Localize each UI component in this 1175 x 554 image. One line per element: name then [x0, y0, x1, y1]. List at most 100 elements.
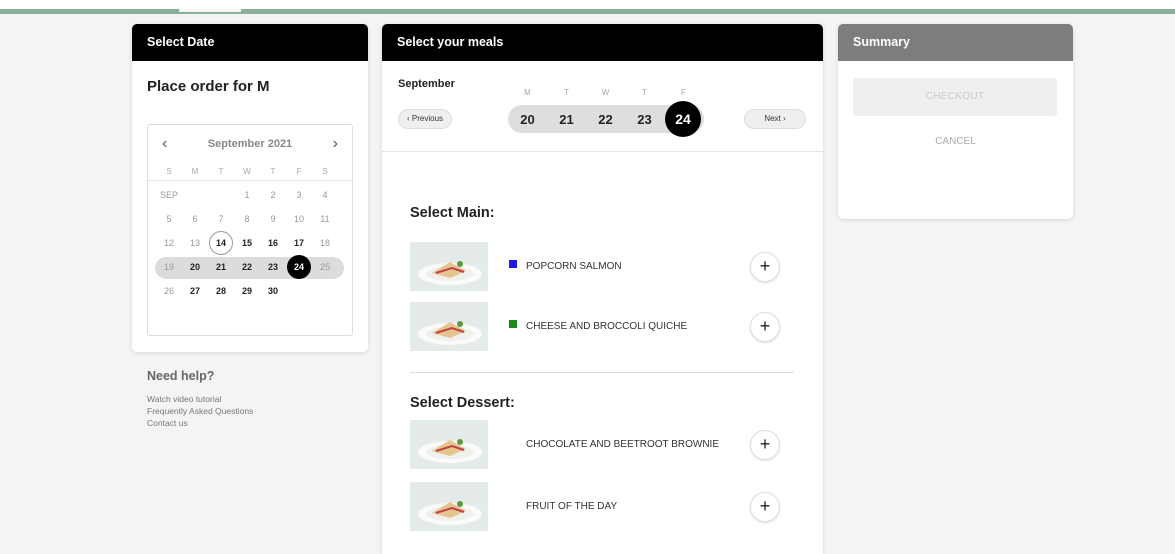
diet-marker-green — [509, 320, 517, 328]
meal-row-main-1: POPCORN SALMON + — [410, 242, 782, 292]
calendar-grid: SEP 1 2 3 4 5 6 7 8 9 10 11 12 13 14 15 16 17 18 19 20 21 22 23… — [148, 181, 352, 303]
calendar-day[interactable]: 7 — [208, 214, 234, 224]
week-weekday: T — [642, 88, 647, 97]
week-day[interactable]: 21 — [547, 112, 586, 127]
calendar-day[interactable]: 30 — [260, 286, 286, 296]
meal-row-dessert-2: FRUIT OF THE DAY + — [410, 482, 782, 532]
week-month-label: September — [398, 78, 455, 90]
select-date-card: Select Date Place order for M ‹ Septembe… — [132, 24, 368, 352]
meal-name: POPCORN SALMON — [526, 261, 622, 272]
week-day[interactable]: 23 — [625, 112, 664, 127]
section-divider — [410, 372, 794, 373]
meal-image — [410, 420, 488, 469]
calendar-day[interactable]: 12 — [156, 238, 182, 248]
meal-image — [410, 242, 488, 291]
select-meals-header: Select your meals — [382, 24, 823, 61]
calendar-day[interactable]: 2 — [260, 190, 286, 200]
week-day-selected[interactable]: 24 — [665, 101, 701, 137]
calendar-week-row: 19 20 21 22 23 24 25 — [148, 255, 352, 279]
calendar-day[interactable]: 5 — [156, 214, 182, 224]
active-tab-indicator — [179, 9, 241, 12]
week-days-pill: 20 21 22 23 24 — [508, 101, 704, 137]
calendar-day[interactable]: 9 — [260, 214, 286, 224]
week-weekdays: MTWTF — [508, 88, 703, 97]
calendar-weekdays: SMTWTFS — [148, 163, 352, 181]
calendar-day[interactable]: 11 — [312, 214, 338, 224]
calendar-day[interactable]: 19 — [156, 262, 182, 272]
calendar-month-marker: SEP — [159, 190, 178, 200]
summary-header: Summary — [838, 24, 1073, 61]
previous-label: Previous — [411, 114, 444, 123]
top-bar — [0, 0, 1175, 14]
calendar-weekday: T — [218, 167, 224, 176]
summary-card: Summary CHECKOUT CANCEL — [838, 24, 1073, 219]
calendar-day[interactable]: 20 — [182, 262, 208, 272]
top-accent-line — [0, 9, 1175, 14]
calendar-day[interactable]: 18 — [312, 238, 338, 248]
calendar-weekday: F — [296, 167, 302, 176]
help-link-video[interactable]: Watch video tutorial — [147, 393, 253, 405]
calendar-day[interactable]: 28 — [208, 286, 234, 296]
meal-image — [410, 482, 488, 531]
diet-marker-blue — [509, 260, 517, 268]
calendar-week-row: 5 6 7 8 9 10 11 — [148, 207, 352, 231]
meal-row-main-2: CHEESE AND BROCCOLI QUICHE + — [410, 302, 782, 352]
calendar-day[interactable]: 4 — [312, 190, 338, 200]
calendar-weekday: M — [191, 167, 199, 176]
chevron-right-icon: › — [780, 114, 786, 123]
calendar-day[interactable]: 24 — [287, 255, 311, 279]
meal-row-dessert-1: CHOCOLATE AND BEETROOT BROWNIE + — [410, 420, 782, 470]
calendar-weekday: S — [322, 167, 328, 176]
calendar-day[interactable]: 22 — [234, 262, 260, 272]
calendar-weekday: S — [166, 167, 172, 176]
calendar-day[interactable]: 26 — [156, 286, 182, 296]
calendar-day[interactable]: 16 — [260, 238, 286, 248]
calendar-day[interactable]: 8 — [234, 214, 260, 224]
calendar-day[interactable]: 10 — [286, 214, 312, 224]
add-meal-button[interactable]: + — [750, 430, 780, 460]
calendar-day[interactable]: 13 — [182, 238, 208, 248]
meal-image — [410, 302, 488, 351]
week-weekday: F — [681, 88, 686, 97]
help-link-contact[interactable]: Contact us — [147, 417, 253, 429]
calendar-day[interactable]: 15 — [234, 238, 260, 248]
calendar-month-label: September 2021 — [207, 138, 293, 150]
week-day[interactable]: 22 — [586, 112, 625, 127]
add-meal-button[interactable]: + — [750, 492, 780, 522]
cancel-button[interactable]: CANCEL — [838, 136, 1073, 147]
calendar-day[interactable]: 3 — [286, 190, 312, 200]
calendar-week-row: 26 27 28 29 30 — [148, 279, 352, 303]
next-week-button[interactable]: Next › — [744, 109, 806, 129]
calendar-day[interactable]: 23 — [260, 262, 286, 272]
select-main-title: Select Main: — [410, 205, 495, 221]
chevron-left-icon[interactable]: ‹ — [162, 135, 167, 153]
chevron-right-icon[interactable]: › — [333, 135, 338, 153]
previous-week-button[interactable]: ‹ Previous — [398, 109, 453, 129]
help-title: Need help? — [147, 369, 215, 383]
calendar-header: ‹ September 2021 › — [148, 125, 352, 163]
calendar-day[interactable]: 14 — [209, 231, 233, 255]
select-dessert-title: Select Dessert: — [410, 395, 515, 411]
calendar-day[interactable]: 29 — [234, 286, 260, 296]
select-meals-card: Select your meals September ‹ Previous N… — [382, 24, 823, 554]
checkout-button[interactable]: CHECKOUT — [853, 78, 1057, 116]
calendar-day[interactable]: 21 — [208, 262, 234, 272]
help-link-faq[interactable]: Frequently Asked Questions — [147, 405, 253, 417]
calendar-weekday: T — [270, 167, 276, 176]
calendar-week-row: SEP 1 2 3 4 — [148, 183, 352, 207]
calendar-day[interactable]: 17 — [286, 238, 312, 248]
calendar-day[interactable]: 6 — [182, 214, 208, 224]
meal-name: FRUIT OF THE DAY — [526, 501, 618, 512]
calendar-week-row: 12 13 14 15 16 17 18 — [148, 231, 352, 255]
add-meal-button[interactable]: + — [750, 252, 780, 282]
meal-name: CHEESE AND BROCCOLI QUICHE — [526, 321, 688, 332]
calendar-day[interactable]: 25 — [312, 262, 338, 272]
calendar-day[interactable]: 1 — [234, 190, 260, 200]
place-order-title: Place order for M — [147, 78, 270, 95]
mini-calendar: ‹ September 2021 › SMTWTFS SEP 1 2 3 4 5 6 7 8 9 1… — [147, 124, 353, 336]
calendar-day[interactable]: 27 — [182, 286, 208, 296]
add-meal-button[interactable]: + — [750, 312, 780, 342]
week-day[interactable]: 20 — [508, 112, 547, 127]
help-section: Need help? Watch video tutorial Frequent… — [147, 369, 253, 429]
week-weekday: W — [601, 88, 610, 97]
